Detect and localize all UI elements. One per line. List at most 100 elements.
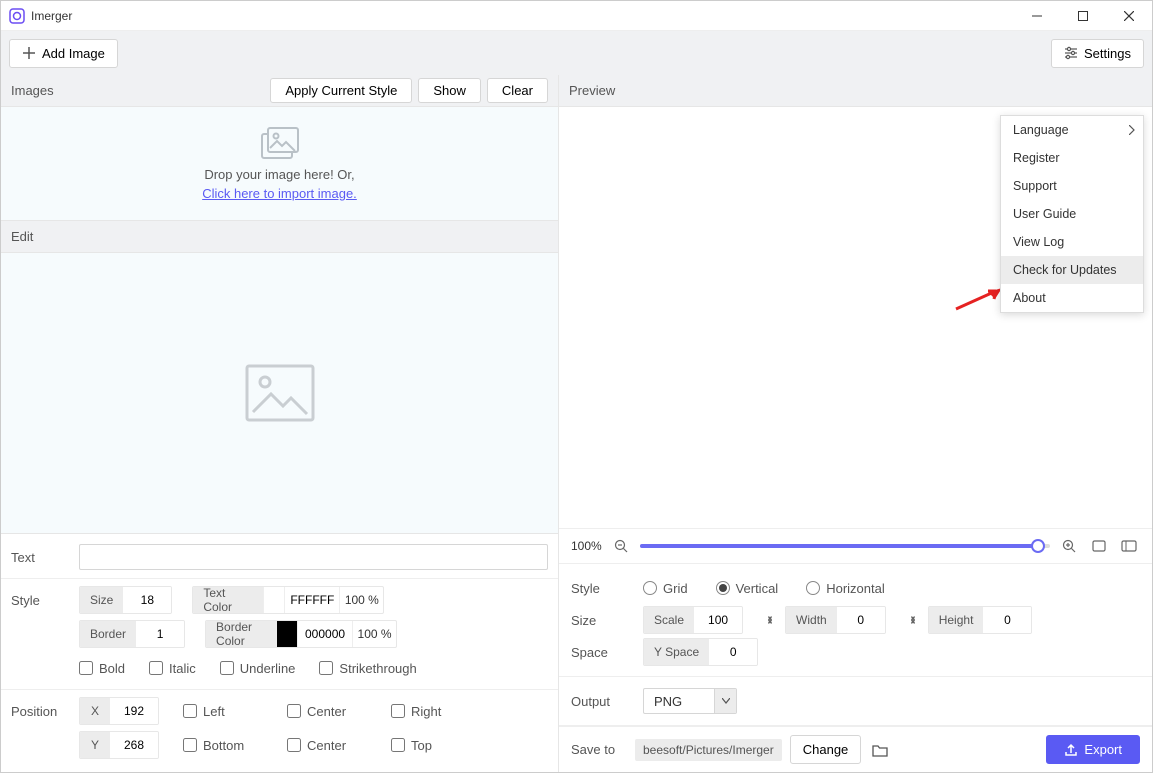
yspace-field[interactable]: Y Space (643, 638, 758, 666)
actual-size-icon[interactable] (1118, 535, 1140, 557)
width-input[interactable] (837, 607, 885, 633)
drop-zone[interactable]: Drop your image here! Or, Click here to … (1, 107, 558, 221)
close-button[interactable] (1106, 1, 1152, 31)
grid-radio[interactable]: Grid (643, 581, 688, 596)
fit-screen-icon[interactable] (1088, 535, 1110, 557)
bold-checkbox[interactable]: Bold (79, 661, 125, 676)
output-label: Output (571, 694, 643, 709)
x-field[interactable]: X (79, 697, 159, 725)
size-input[interactable] (123, 587, 171, 613)
text-label: Text (11, 550, 79, 565)
text-color-hex[interactable] (285, 587, 339, 613)
underline-checkbox[interactable]: Underline (220, 661, 296, 676)
text-color-field[interactable]: Text Color 100 % (192, 586, 384, 614)
menu-user-guide[interactable]: User Guide (1001, 200, 1143, 228)
save-bar: Save to beesoft/Pictures/Imerger Change … (559, 726, 1152, 772)
menu-view-log[interactable]: View Log (1001, 228, 1143, 256)
maximize-button[interactable] (1060, 1, 1106, 31)
output-format-select[interactable]: PNG (643, 688, 737, 714)
center-h-checkbox[interactable]: Center (287, 704, 367, 719)
zoom-out-icon[interactable] (610, 535, 632, 557)
save-to-label: Save to (571, 742, 627, 757)
add-image-button[interactable]: Add Image (9, 39, 118, 68)
bottom-checkbox[interactable]: Bottom (183, 738, 263, 753)
minimize-button[interactable] (1014, 1, 1060, 31)
settings-label: Settings (1084, 46, 1131, 61)
menu-language[interactable]: Language (1001, 116, 1143, 144)
output-format-value: PNG (644, 694, 714, 709)
zoom-slider[interactable] (640, 544, 1050, 548)
scale-label: Scale (644, 607, 694, 633)
images-stack-icon (259, 127, 301, 163)
border-color-label: Border Color (206, 621, 276, 647)
menu-support[interactable]: Support (1001, 172, 1143, 200)
zoom-in-icon[interactable] (1058, 535, 1080, 557)
titlebar: Imerger (1, 1, 1152, 31)
text-color-swatch[interactable] (263, 587, 285, 613)
edit-controls: Text Style Size Text Color 100 % (1, 534, 558, 772)
text-color-label: Text Color (193, 587, 263, 613)
import-link[interactable]: Click here to import image. (202, 186, 357, 201)
menu-about[interactable]: About (1001, 284, 1143, 312)
text-color-opacity[interactable]: 100 % (339, 587, 383, 613)
toolbar: Add Image Settings (1, 31, 1152, 75)
width-label: Width (786, 607, 837, 633)
width-field[interactable]: Width (785, 606, 886, 634)
vertical-radio[interactable]: Vertical (716, 581, 779, 596)
output-section: Output PNG (559, 677, 1152, 726)
menu-register[interactable]: Register (1001, 144, 1143, 172)
chevron-right-icon (1129, 125, 1135, 135)
strikethrough-checkbox[interactable]: Strikethrough (319, 661, 416, 676)
add-image-label: Add Image (42, 46, 105, 61)
center-v-checkbox[interactable]: Center (287, 738, 367, 753)
height-input[interactable] (983, 607, 1031, 633)
apply-current-style-button[interactable]: Apply Current Style (270, 78, 412, 103)
size-field[interactable]: Size (79, 586, 172, 614)
export-button[interactable]: Export (1046, 735, 1140, 764)
images-title: Images (11, 83, 54, 98)
chevron-down-icon (714, 689, 736, 713)
border-color-swatch[interactable] (276, 621, 298, 647)
x-input[interactable] (110, 698, 158, 724)
scale-input[interactable] (694, 607, 742, 633)
border-field[interactable]: Border (79, 620, 185, 648)
preview-style-section: Style Grid Vertical Horizontal Size Scal… (559, 564, 1152, 677)
preview-header: Preview (559, 75, 1152, 107)
show-button[interactable]: Show (418, 78, 481, 103)
open-folder-icon[interactable] (869, 739, 891, 761)
menu-check-updates[interactable]: Check for Updates (1001, 256, 1143, 284)
right-column: Preview 100% Style Grid Vertical Horizon… (559, 75, 1152, 772)
height-field[interactable]: Height (928, 606, 1033, 634)
border-color-hex[interactable] (298, 621, 352, 647)
settings-button[interactable]: Settings (1051, 39, 1144, 68)
y-input[interactable] (110, 732, 158, 758)
sliders-icon (1064, 46, 1078, 60)
link-width-height-icon[interactable] (904, 611, 922, 629)
border-color-opacity[interactable]: 100 % (352, 621, 396, 647)
edit-canvas (1, 253, 558, 534)
right-size-label: Size (571, 613, 643, 628)
yspace-input[interactable] (709, 639, 757, 665)
space-label: Space (571, 645, 643, 660)
border-input[interactable] (136, 621, 184, 647)
change-button[interactable]: Change (790, 735, 862, 764)
left-checkbox[interactable]: Left (183, 704, 263, 719)
export-label: Export (1084, 742, 1122, 757)
arrow-annotation (954, 287, 1004, 311)
y-field[interactable]: Y (79, 731, 159, 759)
border-color-field[interactable]: Border Color 100 % (205, 620, 397, 648)
right-checkbox[interactable]: Right (391, 704, 441, 719)
yspace-label: Y Space (644, 639, 709, 665)
italic-checkbox[interactable]: Italic (149, 661, 196, 676)
scale-field[interactable]: Scale (643, 606, 743, 634)
text-input[interactable] (79, 544, 548, 570)
settings-menu: Language Register Support User Guide Vie… (1000, 115, 1144, 313)
size-label: Size (80, 587, 123, 613)
clear-button[interactable]: Clear (487, 78, 548, 103)
position-label: Position (11, 704, 79, 719)
main: Images Apply Current Style Show Clear Dr… (1, 75, 1152, 772)
link-scale-width-icon[interactable] (761, 611, 779, 629)
left-column: Images Apply Current Style Show Clear Dr… (1, 75, 559, 772)
top-checkbox[interactable]: Top (391, 738, 432, 753)
horizontal-radio[interactable]: Horizontal (806, 581, 885, 596)
